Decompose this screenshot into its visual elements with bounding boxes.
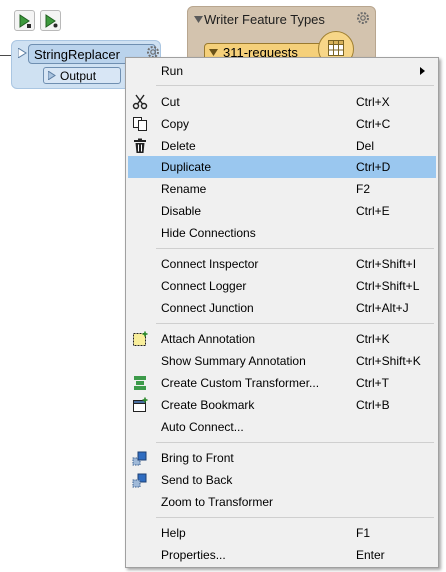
menu-label: Run [161, 64, 184, 78]
menu-shortcut: Ctrl+Shift+K [356, 354, 421, 368]
bring-to-front-icon [132, 451, 147, 466]
menu-item-show-summary-annotation[interactable]: Show Summary Annotation Ctrl+Shift+K [128, 350, 436, 372]
menu-label: Bring to Front [161, 451, 234, 465]
menu-shortcut: Ctrl+B [356, 398, 390, 412]
menu-label: Cut [161, 95, 180, 109]
annotation-icon [133, 331, 148, 346]
menu-label: Delete [161, 139, 196, 153]
menu-separator [156, 323, 434, 324]
menu-shortcut: Enter [356, 548, 385, 562]
menu-separator [156, 442, 434, 443]
menu-item-bring-to-front[interactable]: Bring to Front [128, 447, 436, 469]
context-menu: Run Cut Ctrl+X Copy Ctrl+C Delete Del Du… [125, 57, 439, 568]
menu-item-help[interactable]: Help F1 [128, 522, 436, 544]
menu-item-connect-inspector[interactable]: Connect Inspector Ctrl+Shift+I [128, 253, 436, 275]
menu-label: Copy [161, 117, 190, 131]
run-to-this-button[interactable] [14, 10, 35, 31]
menu-item-create-bookmark[interactable]: Create Bookmark Ctrl+B [128, 394, 436, 416]
output-port-label: Output [60, 69, 97, 83]
menu-shortcut: Ctrl+X [356, 95, 390, 109]
custom-transformer-icon [134, 376, 146, 390]
menu-label: Help [161, 526, 186, 540]
menu-separator [156, 517, 434, 518]
menu-shortcut: Ctrl+Shift+L [356, 279, 420, 293]
menu-shortcut: Ctrl+Alt+J [356, 301, 409, 315]
run-from-this-icon [45, 14, 58, 28]
menu-label: Disable [161, 204, 202, 218]
run-from-this-button[interactable] [40, 10, 61, 31]
menu-label: Connect Junction [161, 301, 254, 315]
menu-shortcut: Ctrl+E [356, 204, 390, 218]
menu-label: Create Bookmark [161, 398, 255, 412]
menu-label: Connect Inspector [161, 257, 259, 271]
submenu-arrow-icon [420, 67, 425, 75]
menu-label: Auto Connect... [161, 420, 244, 434]
copy-icon [133, 117, 147, 131]
output-port[interactable]: Output [43, 67, 121, 84]
bookmark-icon [133, 397, 148, 412]
menu-separator [156, 85, 434, 86]
menu-shortcut: Ctrl+K [356, 332, 390, 346]
table-icon [328, 40, 344, 56]
menu-shortcut: Del [356, 139, 375, 153]
menu-item-properties[interactable]: Properties... Enter [128, 544, 436, 566]
menu-shortcut: F1 [356, 526, 371, 540]
menu-item-delete[interactable]: Delete Del [128, 135, 436, 157]
menu-item-run[interactable]: Run [128, 60, 436, 82]
run-to-this-icon [19, 14, 31, 28]
menu-item-disable[interactable]: Disable Ctrl+E [128, 200, 436, 222]
menu-label: Connect Logger [161, 279, 247, 293]
menu-item-cut[interactable]: Cut Ctrl+X [128, 91, 436, 113]
writer-header: Writer Feature Types [204, 12, 325, 27]
transformer-name: StringReplacer [34, 47, 120, 62]
menu-item-create-custom-transformer[interactable]: Create Custom Transformer... Ctrl+T [128, 372, 436, 394]
menu-item-connect-logger[interactable]: Connect Logger Ctrl+Shift+L [128, 275, 436, 297]
menu-item-copy[interactable]: Copy Ctrl+C [128, 113, 436, 135]
menu-shortcut: Ctrl+D [356, 160, 391, 174]
menu-item-hide-connections[interactable]: Hide Connections [128, 222, 436, 244]
menu-item-attach-annotation[interactable]: Attach Annotation Ctrl+K [128, 328, 436, 350]
menu-shortcut: Ctrl+Shift+I [356, 257, 417, 271]
menu-item-send-to-back[interactable]: Send to Back [128, 469, 436, 491]
menu-shortcut: F2 [356, 182, 371, 196]
scissors-icon [132, 94, 148, 110]
menu-label: Properties... [161, 548, 226, 562]
menu-label: Zoom to Transformer [161, 495, 274, 509]
collapse-icon[interactable] [194, 16, 203, 23]
menu-label: Duplicate [161, 160, 212, 174]
menu-label: Create Custom Transformer... [161, 376, 320, 390]
menu-label: Attach Annotation [161, 332, 256, 346]
send-to-back-icon [132, 473, 147, 488]
output-port-icon [48, 71, 56, 80]
menu-label: Rename [161, 182, 207, 196]
menu-label: Send to Back [161, 473, 233, 487]
expand-icon[interactable] [209, 49, 218, 56]
menu-label: Hide Connections [161, 226, 256, 240]
menu-item-duplicate[interactable]: Duplicate Ctrl+D [128, 156, 436, 178]
menu-label: Show Summary Annotation [161, 354, 306, 368]
menu-separator [156, 248, 434, 249]
menu-item-connect-junction[interactable]: Connect Junction Ctrl+Alt+J [128, 297, 436, 319]
menu-item-rename[interactable]: Rename F2 [128, 178, 436, 200]
menu-shortcut: Ctrl+C [356, 117, 391, 131]
menu-shortcut: Ctrl+T [356, 376, 389, 390]
gear-icon[interactable] [356, 11, 370, 25]
input-port-icon[interactable] [18, 48, 27, 58]
menu-item-zoom-to-transformer[interactable]: Zoom to Transformer [128, 491, 436, 513]
trash-icon [134, 138, 146, 153]
menu-item-auto-connect[interactable]: Auto Connect... [128, 416, 436, 438]
